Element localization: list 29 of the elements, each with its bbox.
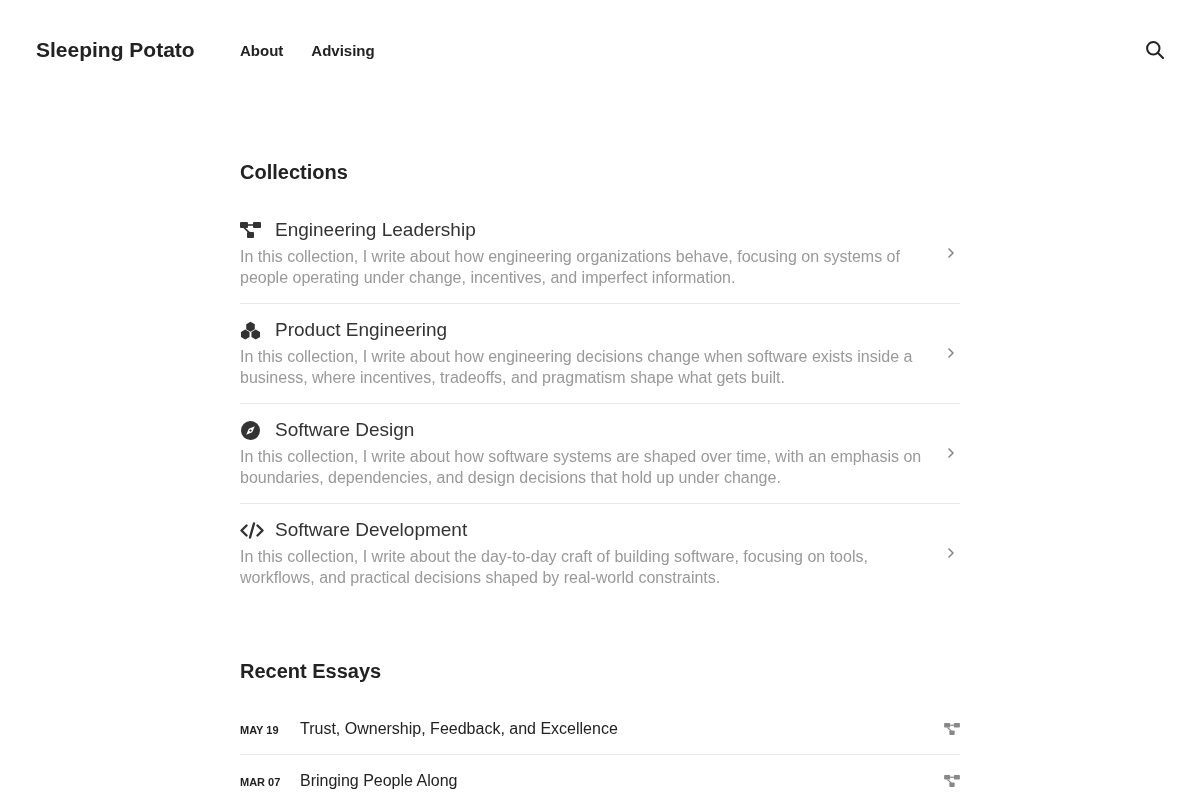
search-button[interactable] [1146,41,1164,59]
collection-title[interactable]: Software Design [275,418,415,442]
chevron-right-icon[interactable] [948,248,954,258]
collection-title[interactable]: Software Development [275,518,468,542]
essay-date: MAR 07 [240,775,281,788]
search-icon [1146,41,1164,59]
nodes-diagram-icon [944,722,960,735]
site-logo[interactable]: Sleeping Potato [36,38,195,61]
collection-description: In this collection, I write about the day-to-day craft of building software, focusing on tools, workflows, and practical decisions shaped by real-world constraints. [240,547,869,588]
collection-description: In this collection, I write about how software systems are shaped over time, with an emphasis on boundaries, dependencies, and design decisions that hold up under change. [240,447,923,488]
nodes-diagram-icon [944,774,960,787]
essay-title[interactable]: Bringing People Along [300,772,458,789]
chevron-right-icon[interactable] [948,548,954,558]
cubes-icon [240,320,261,340]
code-icon [240,521,264,539]
compass-icon [240,420,261,440]
nodes-diagram-icon [240,222,261,238]
section-heading: Recent Essays [240,659,383,683]
essay-date: MAY 19 [240,723,279,736]
chevron-right-icon[interactable] [948,348,954,358]
collection-title[interactable]: Engineering Leadership [275,218,476,242]
collection-description: In this collection, I write about how engineering decisions change when software exists inside a business, where incentives, tradeoffs, and pragmatism shape what gets built. [240,347,914,388]
nav-link[interactable]: Advising [311,41,375,59]
essay-title[interactable]: Trust, Ownership, Feedback, and Excellence [300,720,618,737]
nav-link[interactable]: About [240,41,284,59]
collection-title[interactable]: Product Engineering [275,318,448,342]
section-heading: Collections [240,160,349,184]
collection-description: In this collection, I write about how engineering organizations behave, focusing on systems of people operating under change, incentives, and imperfect information. [240,247,901,288]
chevron-right-icon[interactable] [948,448,954,458]
